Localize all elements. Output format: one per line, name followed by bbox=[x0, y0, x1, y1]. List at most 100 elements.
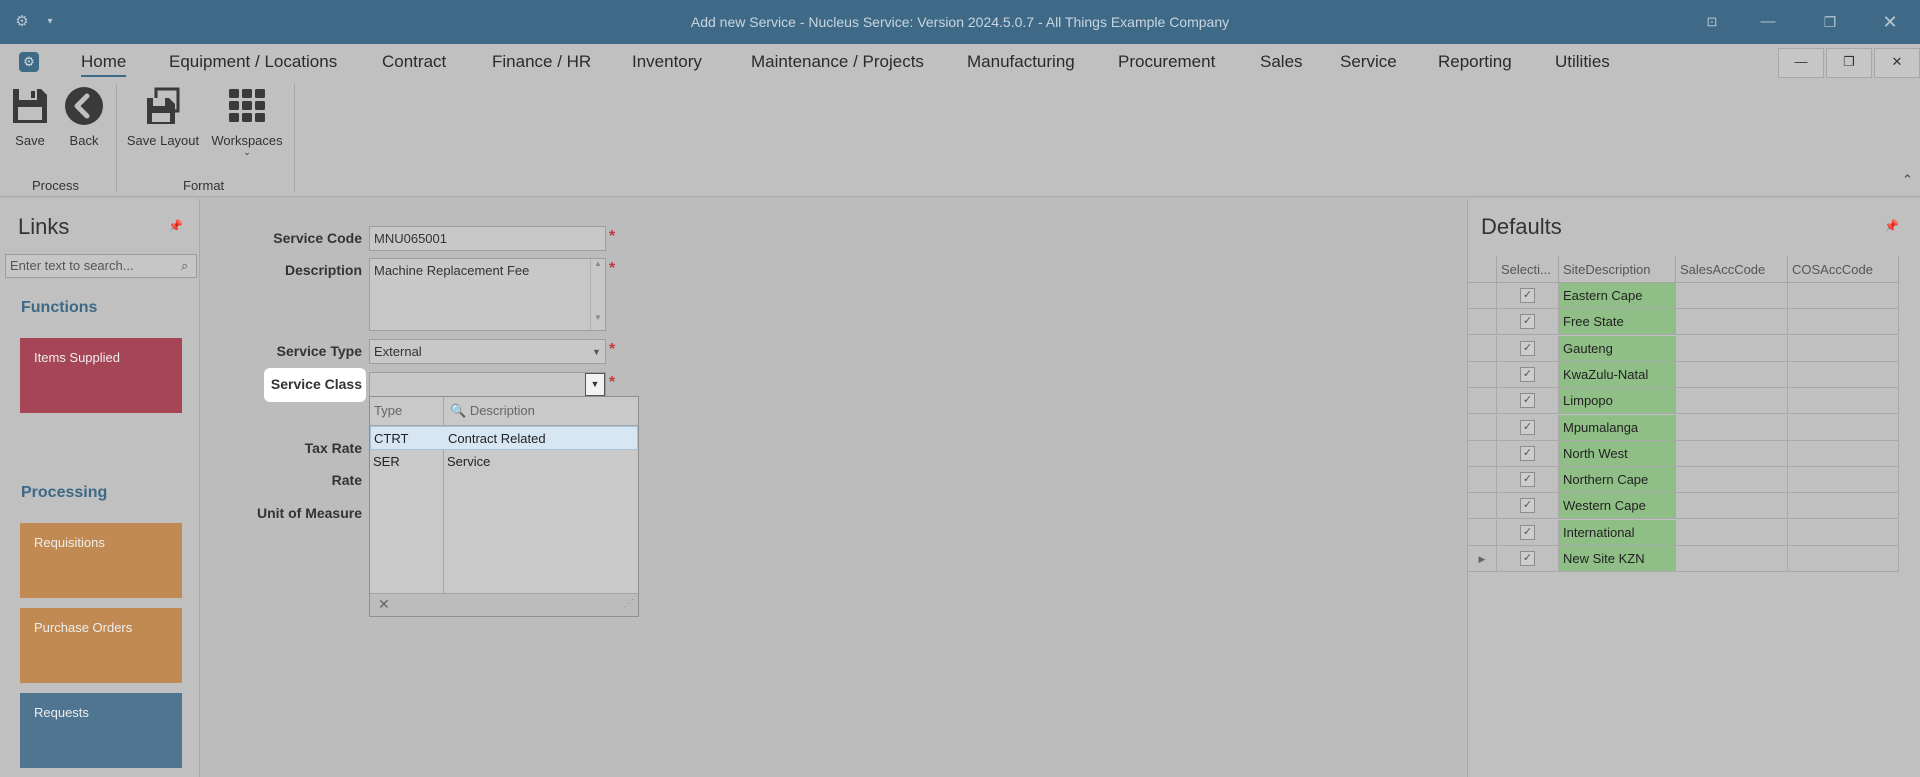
grid-cell-site-description[interactable]: North West bbox=[1559, 440, 1676, 467]
grid-cell-selection[interactable]: ✓ bbox=[1497, 361, 1559, 388]
grid-cell-cos-acc-code[interactable] bbox=[1788, 440, 1899, 467]
dropdown-row[interactable]: CTRT Contract Related bbox=[370, 426, 638, 450]
checkbox[interactable]: ✓ bbox=[1520, 472, 1535, 488]
tile-requisitions[interactable]: Requisitions bbox=[20, 523, 182, 598]
tab-service[interactable]: Service bbox=[1340, 52, 1397, 72]
service-code-field[interactable]: MNU065001 bbox=[369, 226, 606, 251]
grid-cell-site-description[interactable]: Eastern Cape bbox=[1559, 283, 1676, 309]
dropdown-row[interactable]: SER Service bbox=[370, 450, 638, 474]
pin-icon[interactable]: 📌 bbox=[1884, 219, 1899, 233]
grid-cell-cos-acc-code[interactable] bbox=[1788, 283, 1899, 309]
tab-manufacturing[interactable]: Manufacturing bbox=[967, 52, 1075, 72]
app-menu-icon[interactable]: ⚙ bbox=[19, 52, 39, 72]
workspaces-button[interactable]: Workspaces ⌄ bbox=[208, 86, 286, 158]
col-header-type[interactable]: Type bbox=[374, 397, 402, 425]
grid-cell-sales-acc-code[interactable] bbox=[1676, 546, 1788, 572]
description-field[interactable]: Machine Replacement Fee bbox=[369, 258, 606, 331]
grid-cell-selection[interactable]: ✓ bbox=[1497, 335, 1559, 362]
grid-cell-cos-acc-code[interactable] bbox=[1788, 467, 1899, 494]
tab-contract[interactable]: Contract bbox=[382, 52, 446, 72]
grid-column-header[interactable]: Selecti... bbox=[1497, 256, 1559, 283]
row-indicator[interactable] bbox=[1468, 467, 1497, 494]
grid-column-header[interactable]: SiteDescription bbox=[1559, 256, 1676, 283]
checkbox[interactable]: ✓ bbox=[1520, 445, 1535, 461]
grid-cell-sales-acc-code[interactable] bbox=[1676, 335, 1788, 362]
row-indicator[interactable] bbox=[1468, 440, 1497, 467]
grid-cell-cos-acc-code[interactable] bbox=[1788, 414, 1899, 441]
back-button[interactable]: Back bbox=[62, 86, 106, 148]
grid-cell-selection[interactable]: ✓ bbox=[1497, 493, 1559, 520]
checkbox[interactable]: ✓ bbox=[1520, 340, 1535, 356]
checkbox[interactable]: ✓ bbox=[1520, 551, 1535, 566]
grid-cell-selection[interactable]: ✓ bbox=[1497, 414, 1559, 441]
grid-cell-cos-acc-code[interactable] bbox=[1788, 309, 1899, 336]
grid-cell-site-description[interactable]: Northern Cape bbox=[1559, 467, 1676, 494]
grid-cell-cos-acc-code[interactable] bbox=[1788, 519, 1899, 546]
row-indicator[interactable] bbox=[1468, 309, 1497, 336]
grid-cell-cos-acc-code[interactable] bbox=[1788, 361, 1899, 388]
tile-requests[interactable]: Requests bbox=[20, 693, 182, 768]
grid-cell-sales-acc-code[interactable] bbox=[1676, 309, 1788, 336]
save-layout-button[interactable]: Save Layout bbox=[122, 86, 204, 148]
grid-cell-site-description[interactable]: International bbox=[1559, 519, 1676, 546]
mdi-close-button[interactable]: ✕ bbox=[1874, 48, 1920, 78]
grid-cell-cos-acc-code[interactable] bbox=[1788, 546, 1899, 572]
grid-cell-selection[interactable]: ✓ bbox=[1497, 283, 1559, 309]
save-button[interactable]: Save bbox=[8, 86, 52, 148]
grid-cell-site-description[interactable]: Western Cape bbox=[1559, 493, 1676, 520]
search-input[interactable]: Enter text to search... bbox=[5, 254, 197, 278]
tab-utilities[interactable]: Utilities bbox=[1555, 52, 1610, 72]
tile-purchase-orders[interactable]: Purchase Orders bbox=[20, 608, 182, 683]
grid-cell-sales-acc-code[interactable] bbox=[1676, 283, 1788, 309]
grid-cell-sales-acc-code[interactable] bbox=[1676, 440, 1788, 467]
grid-cell-sales-acc-code[interactable] bbox=[1676, 467, 1788, 494]
grid-cell-cos-acc-code[interactable] bbox=[1788, 335, 1899, 362]
tab-home[interactable]: Home bbox=[81, 52, 127, 77]
minimize-window-icon[interactable]: — bbox=[1756, 0, 1780, 44]
grid-cell-cos-acc-code[interactable] bbox=[1788, 388, 1899, 415]
row-indicator[interactable] bbox=[1468, 335, 1497, 362]
col-header-description[interactable]: 🔍 Description bbox=[450, 397, 535, 425]
row-indicator[interactable] bbox=[1468, 388, 1497, 415]
layout-icon[interactable]: ⊡ bbox=[1700, 0, 1724, 44]
row-indicator[interactable]: ▶ bbox=[1468, 546, 1497, 572]
row-indicator[interactable] bbox=[1468, 283, 1497, 309]
grid-cell-selection[interactable]: ✓ bbox=[1497, 546, 1559, 572]
grid-column-header[interactable]: SalesAccCode bbox=[1676, 256, 1788, 283]
restore-window-icon[interactable]: ❐ bbox=[1818, 0, 1842, 44]
grid-cell-selection[interactable]: ✓ bbox=[1497, 467, 1559, 494]
tab-inventory[interactable]: Inventory bbox=[632, 52, 702, 72]
grid-cell-selection[interactable]: ✓ bbox=[1497, 309, 1559, 336]
chevron-down-icon[interactable]: ▼ bbox=[592, 347, 601, 357]
service-class-select[interactable] bbox=[369, 372, 606, 397]
checkbox[interactable]: ✓ bbox=[1520, 366, 1535, 382]
collapse-ribbon-icon[interactable]: ⌃ bbox=[1902, 172, 1913, 188]
grid-cell-cos-acc-code[interactable] bbox=[1788, 493, 1899, 520]
grid-cell-site-description[interactable]: KwaZulu-Natal bbox=[1559, 361, 1676, 388]
grid-cell-sales-acc-code[interactable] bbox=[1676, 361, 1788, 388]
grid-cell-site-description[interactable]: Free State bbox=[1559, 309, 1676, 336]
grid-cell-site-description[interactable]: New Site KZN bbox=[1559, 546, 1676, 572]
row-indicator[interactable] bbox=[1468, 361, 1497, 388]
grid-cell-selection[interactable]: ✓ bbox=[1497, 519, 1559, 546]
service-class-dropdown-button[interactable]: ▼ bbox=[585, 373, 605, 396]
grid-cell-sales-acc-code[interactable] bbox=[1676, 388, 1788, 415]
grid-cell-selection[interactable]: ✓ bbox=[1497, 388, 1559, 415]
service-type-select[interactable]: External bbox=[369, 339, 606, 364]
mdi-restore-button[interactable]: ❐ bbox=[1826, 48, 1872, 78]
checkbox[interactable]: ✓ bbox=[1520, 524, 1535, 540]
tab-maintenance-projects[interactable]: Maintenance / Projects bbox=[751, 52, 924, 72]
tile-items-supplied[interactable]: Items Supplied bbox=[20, 338, 182, 413]
row-indicator[interactable] bbox=[1468, 493, 1497, 520]
tab-finance-hr[interactable]: Finance / HR bbox=[492, 52, 591, 72]
tab-equipment-locations[interactable]: Equipment / Locations bbox=[169, 52, 337, 72]
description-scrollbar[interactable]: ▲ ▼ bbox=[590, 259, 605, 330]
clear-icon[interactable]: ✕ bbox=[378, 596, 390, 613]
close-window-icon[interactable]: ✕ bbox=[1878, 0, 1902, 44]
resize-grip-icon[interactable]: ⋰ bbox=[624, 598, 634, 609]
row-indicator[interactable] bbox=[1468, 519, 1497, 546]
grid-cell-site-description[interactable]: Limpopo bbox=[1559, 388, 1676, 415]
grid-cell-sales-acc-code[interactable] bbox=[1676, 519, 1788, 546]
quick-access-dropdown-icon[interactable]: ▾ bbox=[42, 0, 58, 44]
tab-sales[interactable]: Sales bbox=[1260, 52, 1303, 72]
